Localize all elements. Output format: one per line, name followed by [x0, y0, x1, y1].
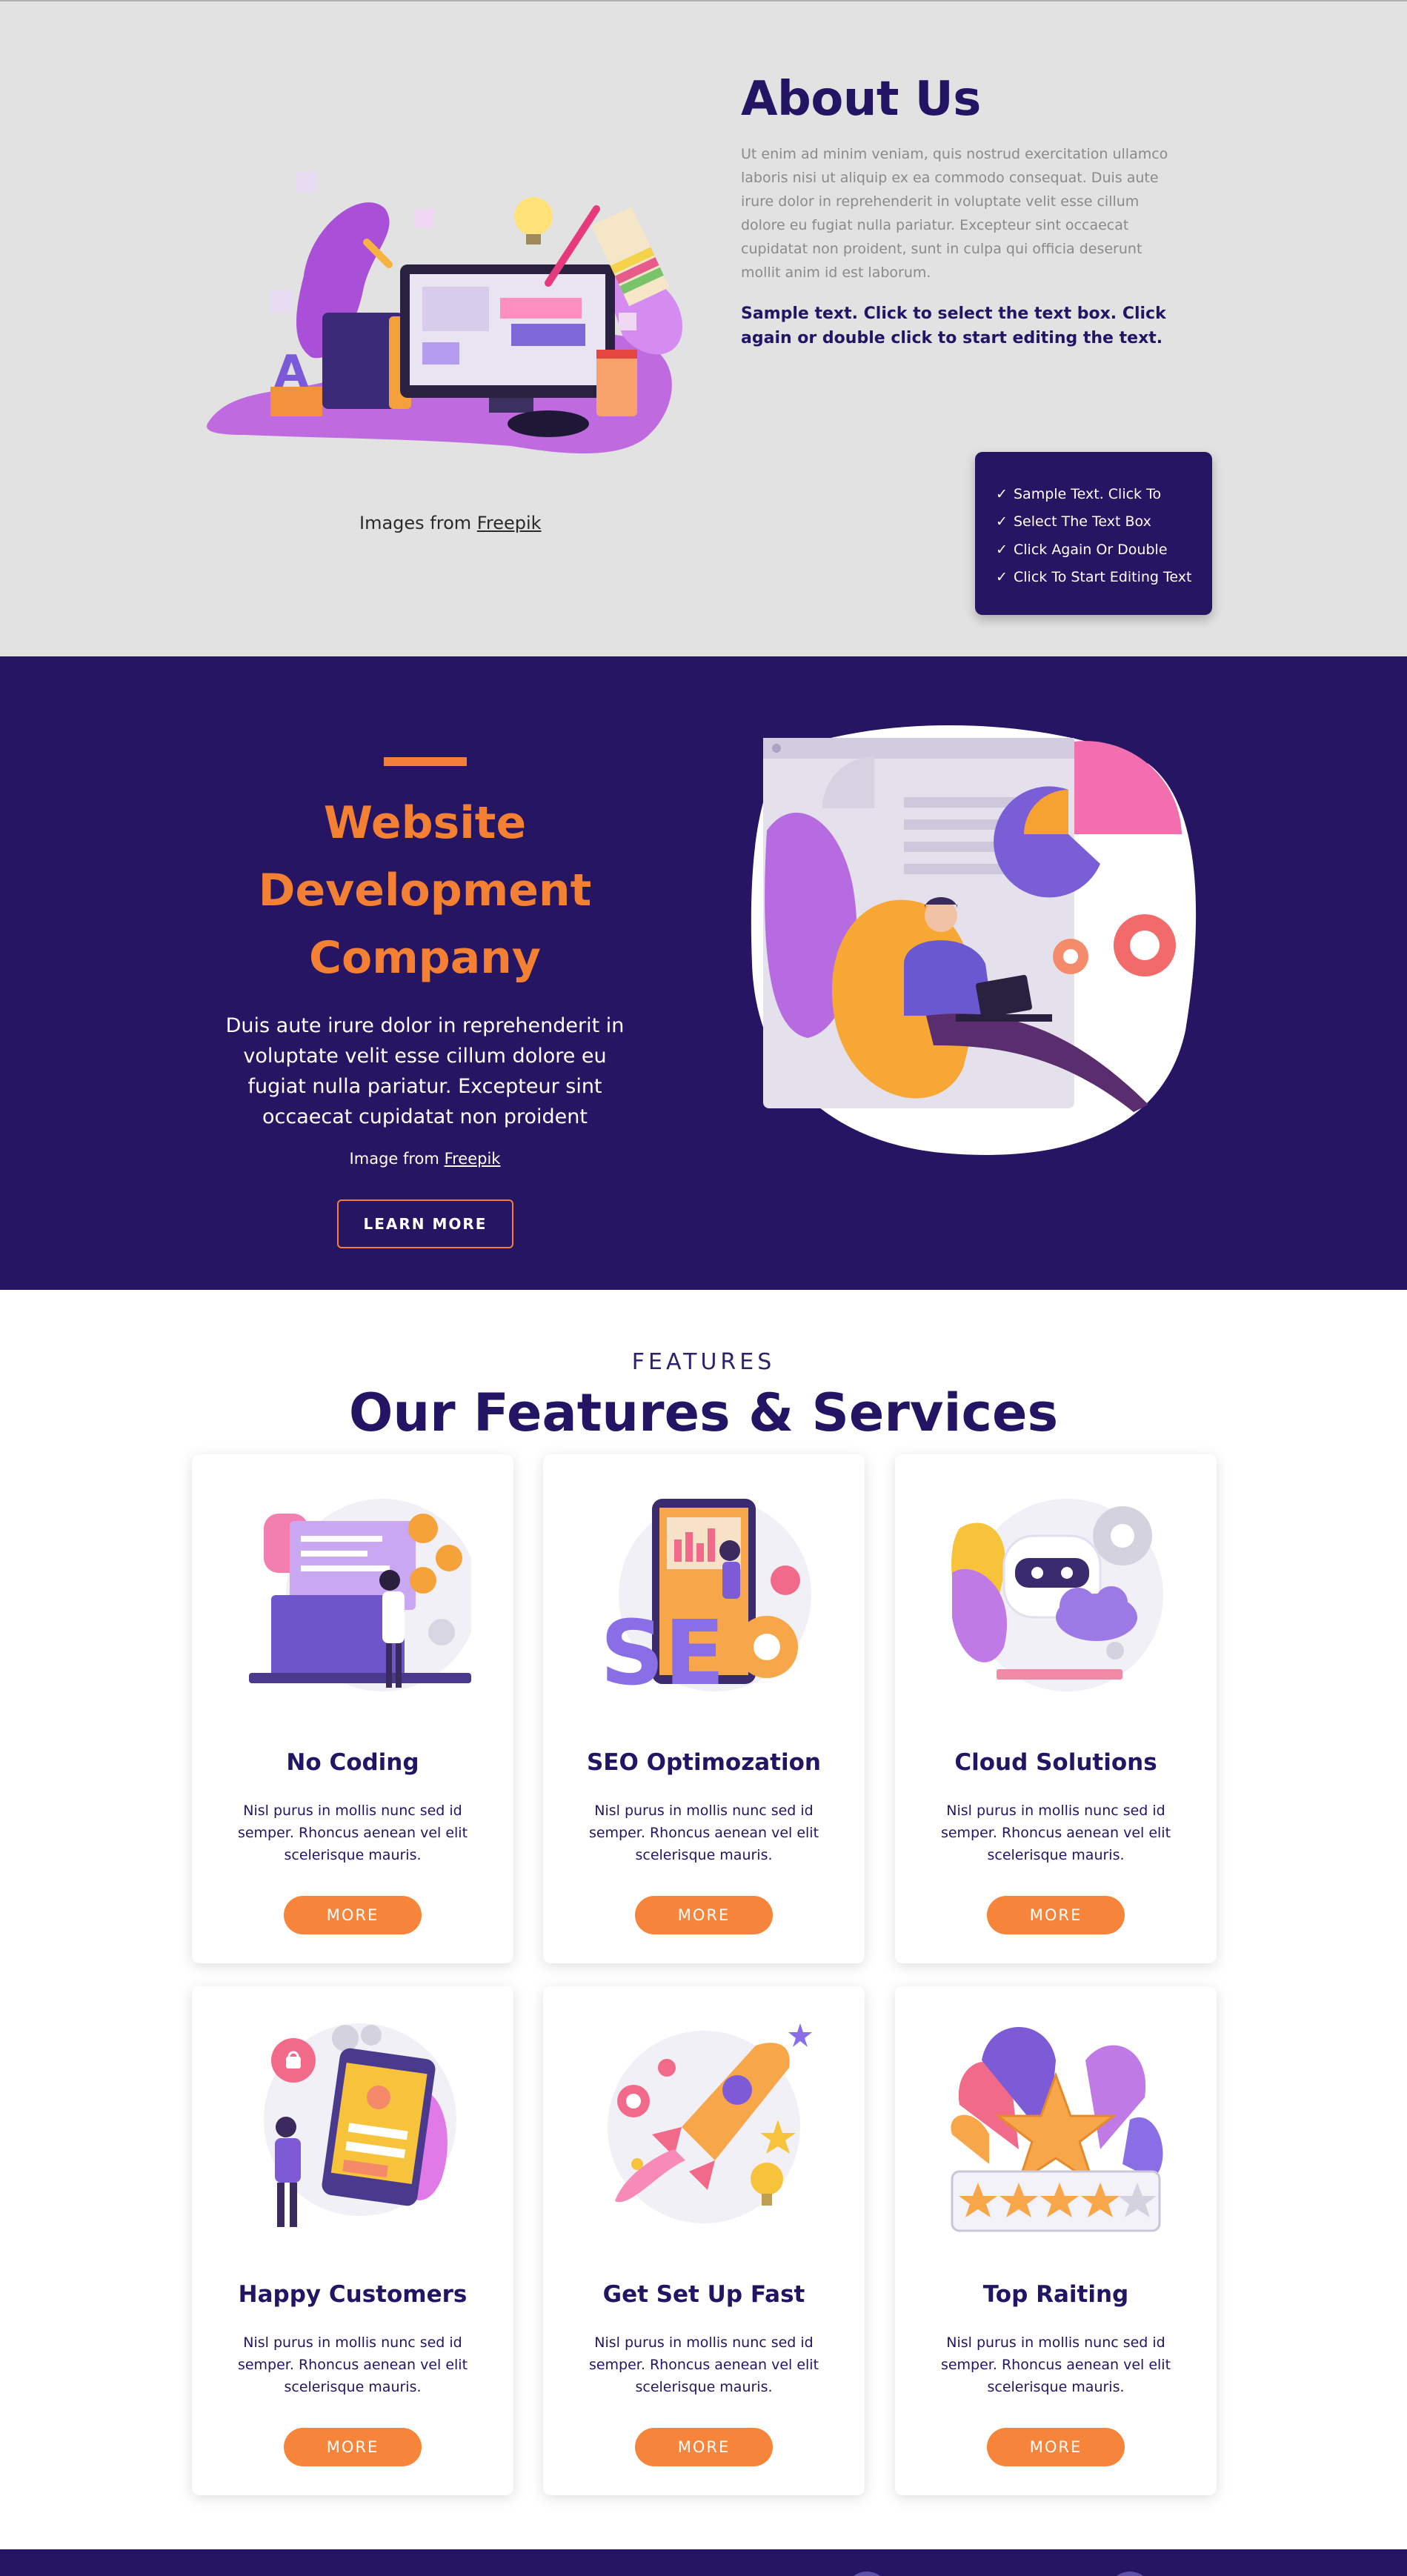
card-text: Nisl purus in mollis nunc sed id semper.…: [237, 1803, 468, 1863]
credit-prefix: Image from: [349, 1150, 439, 1168]
checklist-item: ✓ Sample Text. Click To: [996, 480, 1212, 508]
card-title: No Coding: [286, 1749, 419, 1776]
check-icon: ✓: [996, 513, 1008, 530]
checklist-label: Sample Text. Click To: [1014, 485, 1162, 502]
rocket-illustration-icon: [585, 2016, 822, 2238]
images-credit: Images from Freepik: [359, 513, 542, 533]
checklist-item: ✓ Select The Text Box: [996, 508, 1212, 536]
feature-card-seo: SE SEO Optimozation Nisl purus in mollis…: [543, 1454, 865, 1963]
seo-illustration-icon: SE: [585, 1484, 822, 1706]
card-title: Top Raiting: [982, 2281, 1129, 2308]
checklist-label: Click Again Or Double: [1014, 541, 1168, 558]
checklist-box: ✓ Sample Text. Click To ✓ Select The Text …: [975, 452, 1212, 615]
feature-card-cloud: Cloud Solutions Nisl purus in mollis nun…: [895, 1454, 1217, 1963]
check-icon: ✓: [996, 569, 1008, 586]
freepik-link[interactable]: Freepik: [477, 513, 542, 533]
cloud-robot-illustration-icon: [937, 1484, 1174, 1706]
features-title: Our Features & Services: [348, 1382, 1059, 1443]
web-design-illustration-icon: A: [200, 142, 704, 468]
customer-profile-illustration-icon: [234, 2016, 471, 2238]
card-title: Get Set Up Fast: [602, 2281, 805, 2308]
learn-more-button[interactable]: LEARN MORE: [337, 1199, 513, 1248]
checklist-label: Select The Text Box: [1014, 513, 1151, 530]
image-credit: Image from Freepik: [215, 1150, 635, 1168]
about-paragraph: Ut enim ad minim veniam, quis nostrud ex…: [741, 146, 1168, 281]
checklist-item: ✓ Click To Start Editing Text: [996, 564, 1212, 592]
check-icon: ✓: [996, 485, 1008, 502]
card-title: SEO Optimozation: [586, 1749, 821, 1776]
more-button[interactable]: MORE: [635, 1896, 773, 1934]
checklist-item: ✓ Click Again Or Double: [996, 536, 1212, 564]
features-section: FEATURES Our Features & Services No Codi…: [0, 1290, 1407, 2549]
card-text: Nisl purus in mollis nunc sed id semper.…: [588, 2334, 819, 2395]
more-button[interactable]: MORE: [284, 2428, 422, 2466]
card-title: Happy Customers: [238, 2281, 468, 2308]
checklist-label: Click To Start Editing Text: [1014, 569, 1192, 586]
check-icon: ✓: [996, 541, 1008, 558]
card-text: Nisl purus in mollis nunc sed id semper.…: [940, 2334, 1171, 2395]
credit-prefix: Images from: [359, 513, 472, 533]
card-title: Cloud Solutions: [954, 1749, 1157, 1776]
more-button[interactable]: MORE: [987, 2428, 1125, 2466]
avatar: [1108, 2572, 1152, 2576]
accent-bar: [384, 757, 467, 766]
coding-illustration-icon: [234, 1484, 479, 1706]
dev-title: Website Development Company: [258, 797, 592, 984]
freepik-link[interactable]: Freepik: [445, 1150, 501, 1168]
card-text: Nisl purus in mollis nunc sed id semper.…: [940, 1803, 1171, 1863]
footer-strip: [0, 2549, 1407, 2576]
card-text: Nisl purus in mollis nunc sed id semper.…: [237, 2334, 468, 2395]
feature-card-no-coding: No Coding Nisl purus in mollis nunc sed …: [192, 1454, 513, 1963]
dev-section: Website Development Company Duis aute ir…: [0, 656, 1407, 1290]
star-rating-illustration-icon: [937, 2016, 1174, 2238]
avatar: [845, 2572, 889, 2576]
developer-dashboard-illustration-icon: [748, 719, 1197, 1156]
more-button[interactable]: MORE: [635, 2428, 773, 2466]
more-button[interactable]: MORE: [284, 1896, 422, 1934]
feature-card-top-rating: Top Raiting Nisl purus in mollis nunc se…: [895, 1986, 1217, 2495]
card-text: Nisl purus in mollis nunc sed id semper.…: [588, 1803, 819, 1863]
features-kicker: FEATURES: [631, 1349, 776, 1375]
svg-text:SE: SE: [600, 1602, 725, 1705]
more-button[interactable]: MORE: [987, 1896, 1125, 1934]
feature-card-happy-customers: Happy Customers Nisl purus in mollis nun…: [192, 1986, 513, 2495]
about-bold-text: Sample text. Click to select the text bo…: [741, 304, 1166, 347]
feature-card-setup: Get Set Up Fast Nisl purus in mollis nun…: [543, 1986, 865, 2495]
about-title: About Us: [741, 72, 981, 127]
about-section: A Images from Freepik About Us Ut enim a…: [0, 1, 1407, 656]
dev-paragraph: Duis aute irure dolor in reprehenderit i…: [225, 1014, 625, 1128]
